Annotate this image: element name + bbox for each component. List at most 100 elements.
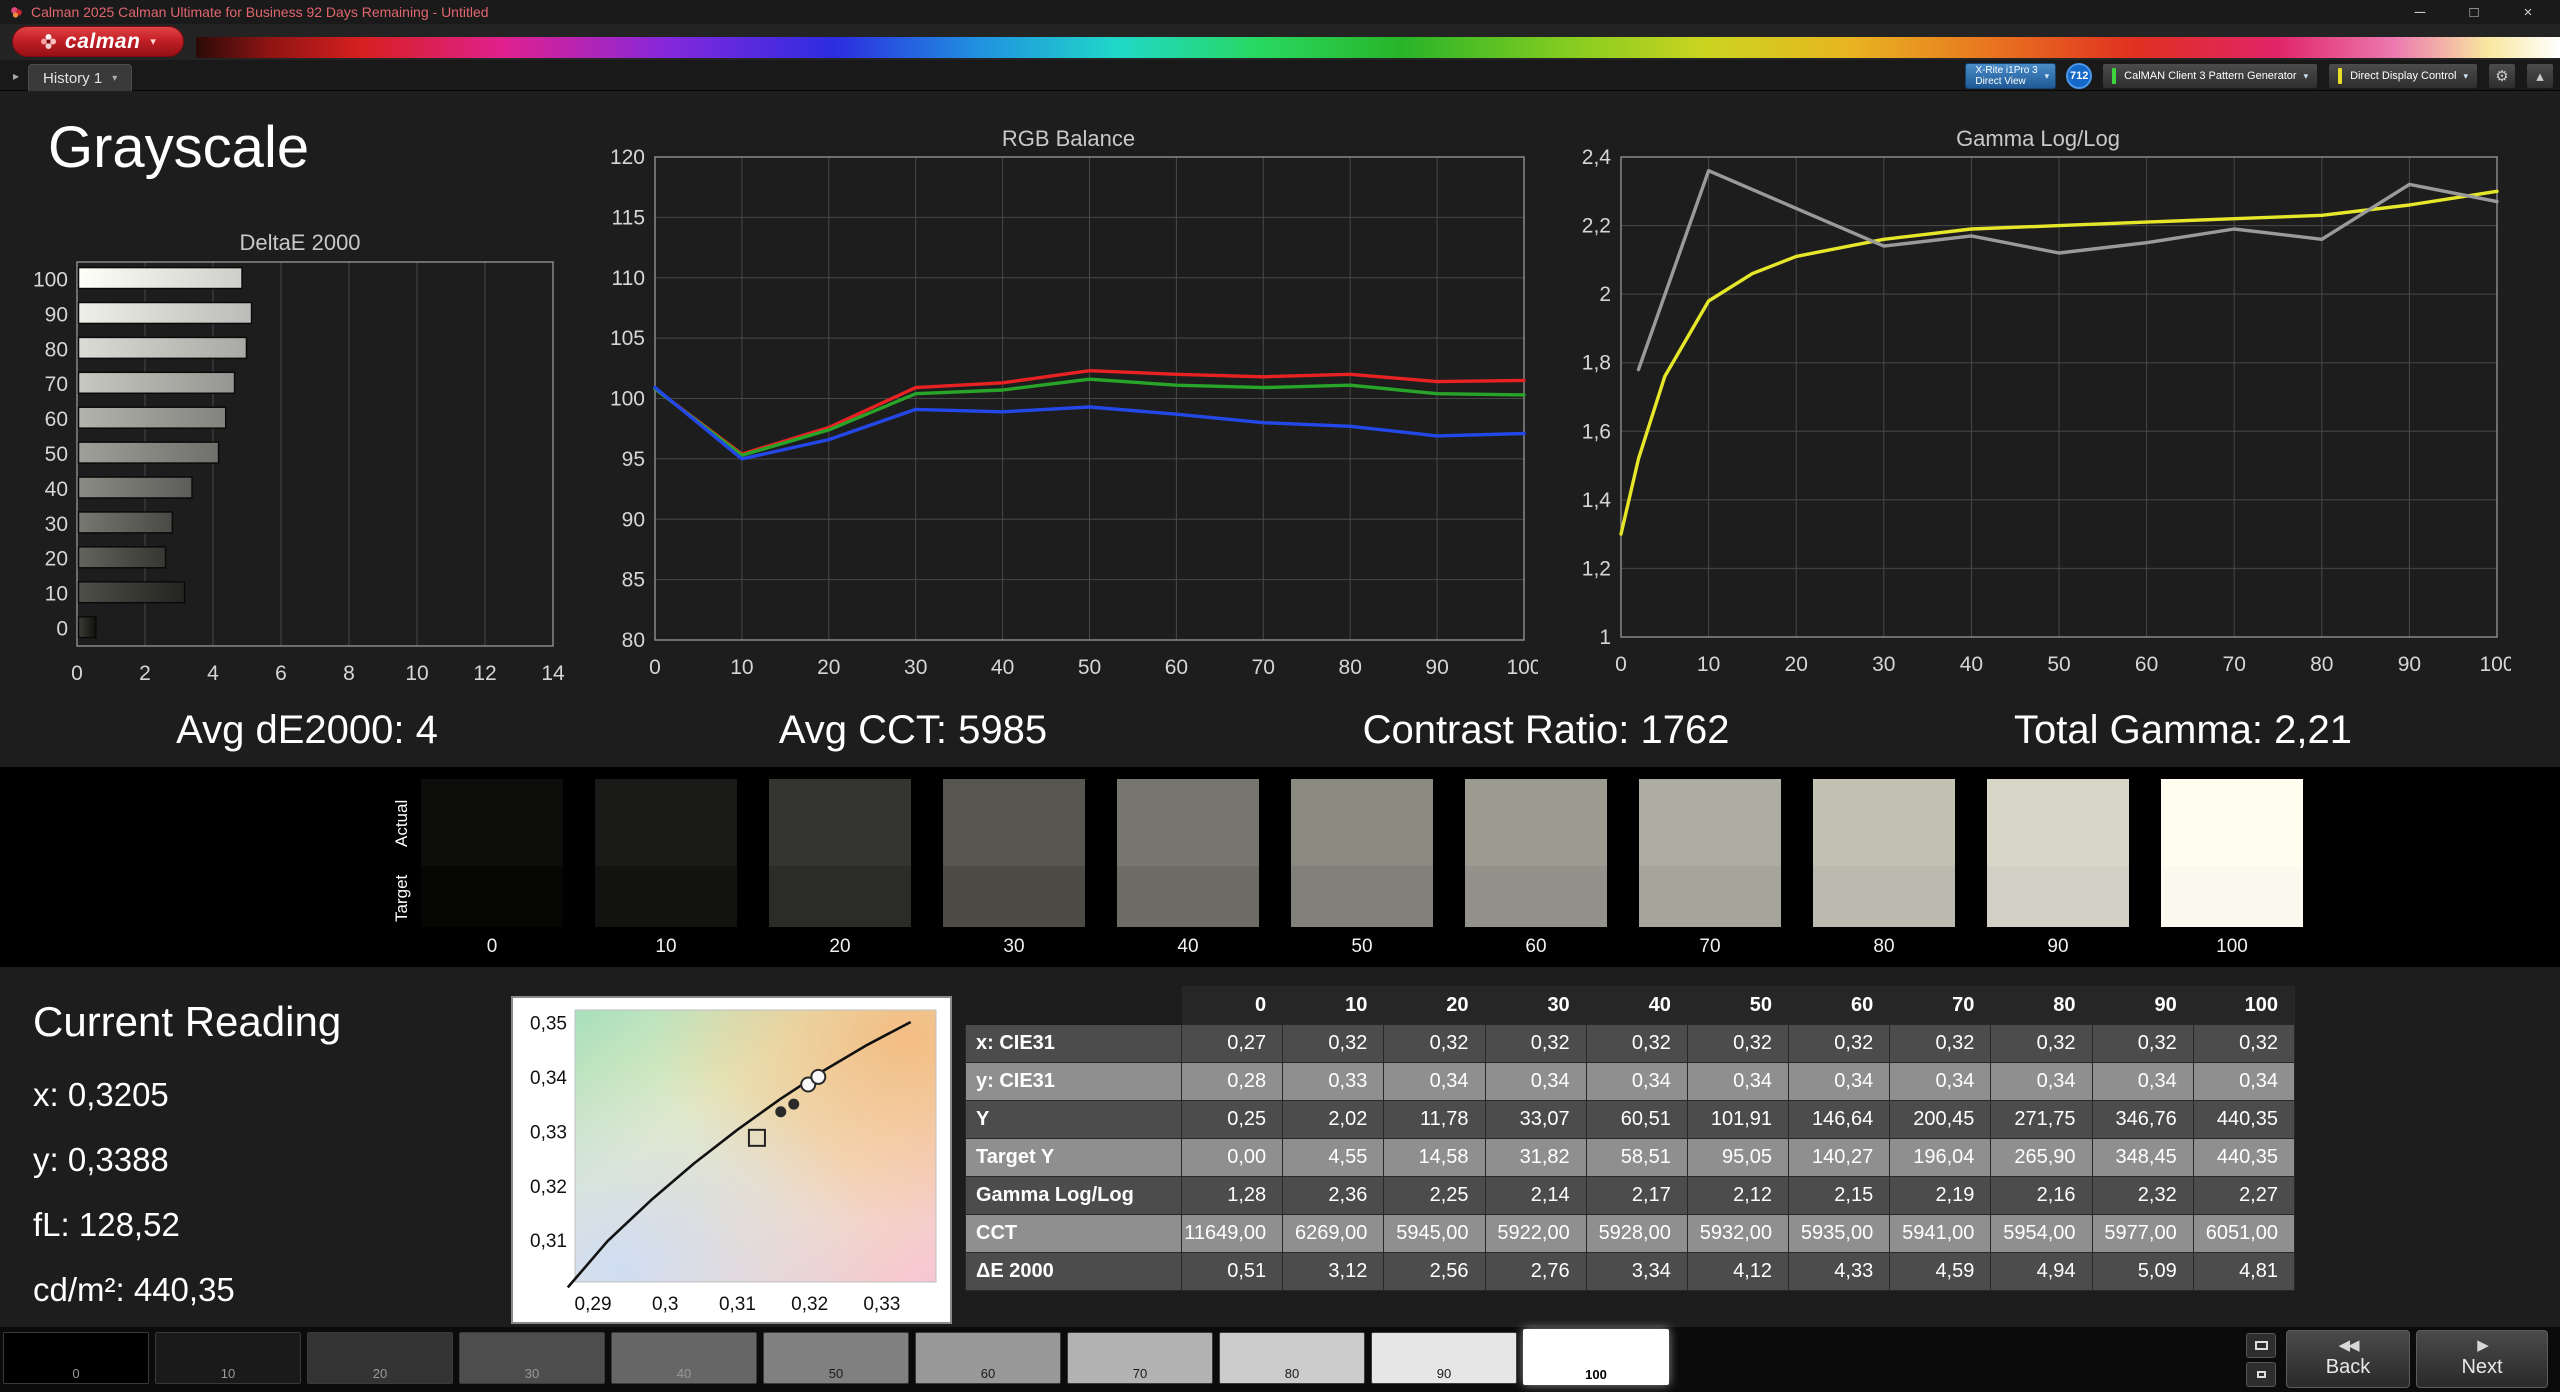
swatch-target-color xyxy=(421,866,563,927)
next-label: Next xyxy=(2461,1356,2503,1378)
table-cell: 0,33 xyxy=(1282,1062,1385,1101)
collapse-toolbar-button[interactable]: ▴ xyxy=(2526,63,2554,89)
pattern-level-button[interactable]: 70 xyxy=(1067,1332,1213,1384)
app-icon xyxy=(11,6,22,18)
table-cell: 1,28 xyxy=(1180,1176,1284,1215)
table-cell: 33,07 xyxy=(1484,1100,1587,1139)
swatch-target-color xyxy=(1291,866,1433,927)
svg-text:85: 85 xyxy=(622,569,645,592)
device-toolbar: X-Rite i1Pro 3 Direct View ▾ 712 CalMAN … xyxy=(1965,63,2554,89)
pattern-level-button[interactable]: 100 xyxy=(1523,1329,1669,1385)
pattern-level-button[interactable]: 60 xyxy=(915,1332,1061,1384)
swatch-actual-color xyxy=(1465,779,1607,866)
cie-chromaticity-chart: 0,29 0,3 0,31 0,32 0,33 0,31 0,32 0,33 0,34 0,35 xyxy=(511,996,952,1324)
table-cell: 4,94 xyxy=(1990,1252,2093,1291)
table-cell: 2,14 xyxy=(1484,1176,1587,1215)
swatch-level-label: 20 xyxy=(829,936,851,957)
pattern-level-button[interactable]: 10 xyxy=(155,1332,301,1384)
table-cell: 0,32 xyxy=(1686,1024,1790,1063)
settings-button[interactable]: ⚙ xyxy=(2488,63,2516,89)
table-cell: 0,00 xyxy=(1180,1138,1284,1177)
table-cell: 440,35 xyxy=(2192,1138,2296,1177)
swatch-level-label: 40 xyxy=(1177,936,1199,957)
table-cell: 5945,00 xyxy=(1383,1214,1486,1253)
small-window-icon xyxy=(2256,1371,2266,1378)
pattern-level-button[interactable]: 50 xyxy=(763,1332,909,1384)
table-row: CCT 11649,00 6269,00 5945,00 5922,00 5928,00 5… xyxy=(965,1214,2296,1253)
swatch-actual-color xyxy=(1117,779,1259,866)
panel-expand-icon[interactable]: ▸ xyxy=(6,66,26,86)
maximize-button[interactable]: □ xyxy=(2464,4,2484,21)
meter-dropdown-button[interactable]: X-Rite i1Pro 3 Direct View ▾ xyxy=(1965,63,2057,89)
gear-icon: ⚙ xyxy=(2495,68,2509,85)
svg-text:80: 80 xyxy=(2310,653,2333,676)
close-button[interactable]: × xyxy=(2518,4,2538,21)
swatch-target-color xyxy=(1813,866,1955,927)
svg-text:70: 70 xyxy=(2223,653,2246,676)
svg-text:0: 0 xyxy=(1615,653,1627,676)
pattern-level-button[interactable]: 30 xyxy=(459,1332,605,1384)
calman-logo-text: calman xyxy=(65,29,141,53)
next-button[interactable]: ▶ Next xyxy=(2416,1330,2548,1388)
swatch-actual-color xyxy=(1291,779,1433,866)
svg-text:90: 90 xyxy=(45,303,68,326)
pattern-level-label: 90 xyxy=(1436,1366,1452,1381)
tab-history-1[interactable]: History 1 ▾ xyxy=(28,64,133,91)
back-button[interactable]: ◀◀ Back xyxy=(2286,1330,2410,1388)
total-gamma-stat: Total Gamma: 2,21 xyxy=(2014,708,2352,752)
table-row: Target Y 0,00 4,55 14,58 31,82 58,51 95,05 140,… xyxy=(965,1138,2296,1177)
svg-text:80: 80 xyxy=(45,338,68,361)
chevron-down-icon: ▾ xyxy=(112,72,118,84)
swatch-actual-color xyxy=(1987,779,2129,866)
table-row-label: x: CIE31 xyxy=(965,1024,1182,1063)
layout-toggle-button[interactable] xyxy=(2246,1362,2276,1387)
pattern-level-button[interactable]: 0 xyxy=(3,1332,149,1384)
svg-text:2: 2 xyxy=(1599,283,1611,306)
table-cell: 5932,00 xyxy=(1686,1214,1790,1253)
pattern-level-buttons: 0 10 20 30 40 50 60 70 80 90 100 xyxy=(3,1329,1669,1385)
table-cell: 2,12 xyxy=(1686,1176,1790,1215)
svg-text:20: 20 xyxy=(1785,653,1808,676)
pattern-level-button[interactable]: 80 xyxy=(1219,1332,1365,1384)
svg-text:0: 0 xyxy=(56,618,68,641)
table-column-header: 10 xyxy=(1282,986,1385,1025)
swatch-actual-color xyxy=(2161,779,2303,866)
meter-count-badge[interactable]: 712 xyxy=(2066,63,2093,89)
svg-text:0,34: 0,34 xyxy=(530,1068,567,1089)
svg-text:0: 0 xyxy=(649,656,661,679)
spectrum-gradient-strip xyxy=(196,37,2560,58)
table-cell: 4,55 xyxy=(1282,1138,1385,1177)
pattern-level-button[interactable]: 20 xyxy=(307,1332,453,1384)
pattern-window-button[interactable] xyxy=(2246,1333,2276,1358)
svg-text:100: 100 xyxy=(610,388,645,411)
chevron-down-icon: ▾ xyxy=(2303,70,2309,81)
svg-text:1,8: 1,8 xyxy=(1582,352,1611,375)
svg-text:80: 80 xyxy=(1339,656,1362,679)
current-reading-panel: Current Reading x: 0,3205 y: 0,3388 fL: … xyxy=(33,998,341,1336)
chevron-down-icon: ▾ xyxy=(2463,70,2468,81)
swatch-level-label: 60 xyxy=(1525,936,1547,957)
table-cell: 5941,00 xyxy=(1889,1214,1992,1253)
calman-menu-button[interactable]: calman ▾ xyxy=(12,26,184,57)
pattern-level-button[interactable]: 90 xyxy=(1371,1332,1517,1384)
pattern-level-button[interactable]: 40 xyxy=(611,1332,757,1384)
svg-text:0,33: 0,33 xyxy=(863,1294,900,1315)
actual-row-label: Actual xyxy=(392,799,411,847)
minimize-button[interactable]: ─ xyxy=(2410,4,2430,21)
svg-text:12: 12 xyxy=(473,662,496,685)
svg-text:80: 80 xyxy=(622,629,645,652)
svg-text:10: 10 xyxy=(45,583,68,606)
source-label: CalMAN Client 3 Pattern Generator xyxy=(2124,70,2297,82)
display-status-indicator xyxy=(2338,68,2343,84)
table-cell: 0,32 xyxy=(1383,1024,1486,1063)
table-cell: 6269,00 xyxy=(1282,1214,1385,1253)
chevron-down-icon: ▾ xyxy=(2044,70,2050,81)
pattern-source-dropdown-button[interactable]: CalMAN Client 3 Pattern Generator ▾ xyxy=(2102,63,2319,89)
svg-text:30: 30 xyxy=(1872,653,1895,676)
menu-row: calman ▾ xyxy=(0,24,2560,60)
display-control-dropdown-button[interactable]: Direct Display Control ▾ xyxy=(2328,63,2478,89)
table-cell: 2,17 xyxy=(1585,1176,1688,1215)
grayscale-swatch: 40 xyxy=(1117,779,1259,958)
table-cell: 0,32 xyxy=(1889,1024,1992,1063)
pattern-level-label: 70 xyxy=(1132,1366,1148,1381)
